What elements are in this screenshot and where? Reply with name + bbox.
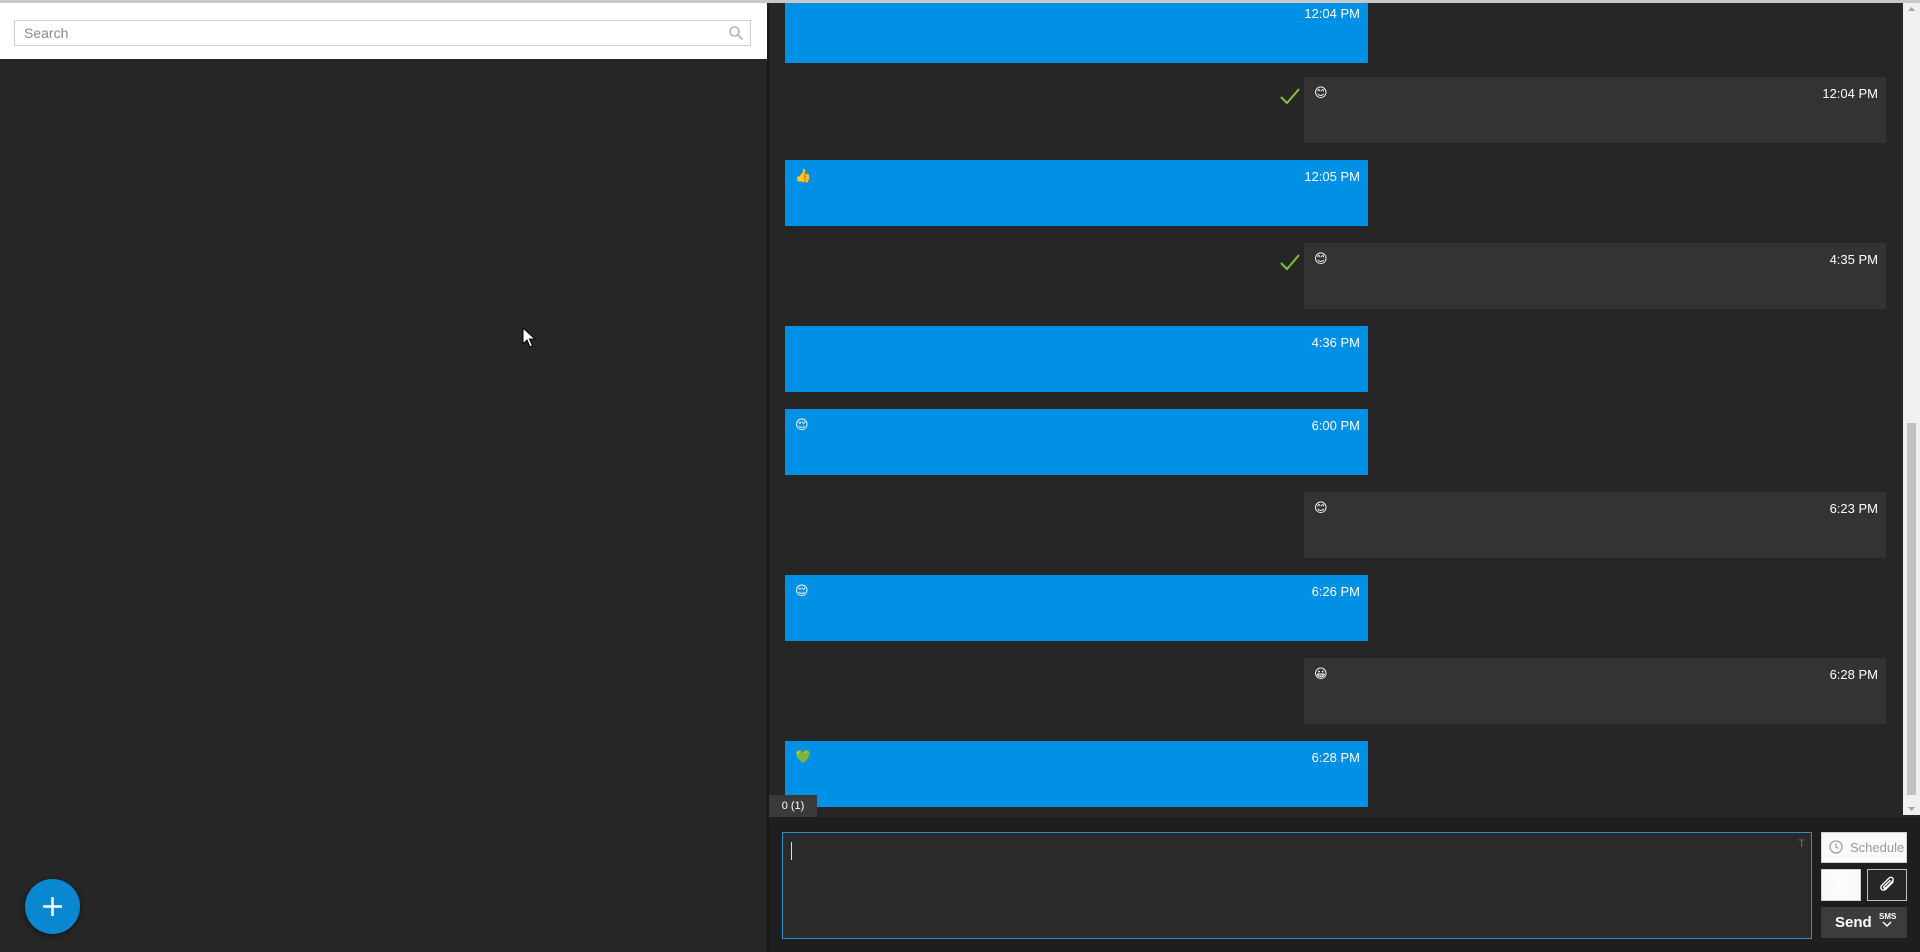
scroll-up-arrow-icon[interactable] — [1903, 3, 1920, 15]
message-bubble-outgoing[interactable]: 😌 6:00 PM — [785, 409, 1368, 475]
message-time: 12:05 PM — [1304, 169, 1360, 184]
attach-button[interactable] — [1867, 869, 1907, 901]
clock-icon — [1829, 840, 1843, 854]
mouse-cursor-icon — [522, 327, 536, 348]
emoji-picker-button[interactable]: 😞 — [1821, 869, 1861, 901]
scrollbar-thumb[interactable] — [1907, 423, 1916, 795]
message-emoji: 😌 — [795, 583, 809, 598]
paperclip-icon — [1880, 876, 1894, 891]
message-time: 4:36 PM — [1311, 335, 1360, 350]
message-time: 6:00 PM — [1311, 418, 1360, 433]
plus-icon — [43, 897, 62, 916]
message-time: 6:26 PM — [1311, 584, 1360, 599]
search-icon[interactable] — [728, 25, 744, 41]
text-format-icon[interactable]: T — [1798, 838, 1805, 850]
read-check-icon — [1280, 88, 1300, 105]
message-bubble-outgoing[interactable]: 😌 6:26 PM — [785, 575, 1368, 641]
search-field[interactable] — [14, 20, 751, 46]
schedule-button[interactable]: Schedule — [1821, 832, 1907, 863]
message-emoji: 😊 — [1314, 500, 1328, 515]
message-emoji: 💚 — [795, 749, 812, 764]
message-emoji: 👍 — [795, 168, 812, 183]
message-bubble-incoming[interactable]: 😀 6:28 PM — [1304, 658, 1886, 724]
message-emoji: 😌 — [795, 417, 809, 432]
message-thread[interactable]: 12:04 PM 😊 12:04 PM 👍 12:05 PM 😊 4:35 PM… — [769, 3, 1920, 815]
message-time: 12:04 PM — [1304, 6, 1360, 21]
message-bubble-outgoing[interactable]: 12:04 PM — [785, 3, 1368, 63]
send-button[interactable]: Send SMS — [1821, 907, 1907, 938]
new-conversation-button[interactable] — [25, 879, 80, 934]
emoji-face-icon: 😞 — [1833, 876, 1849, 893]
message-bubble-outgoing[interactable]: 💚 6:28 PM — [785, 741, 1368, 807]
message-time: 6:28 PM — [1311, 750, 1360, 765]
message-emoji: 😊 — [1314, 85, 1328, 100]
message-bubble-outgoing[interactable]: 4:36 PM — [785, 326, 1368, 392]
schedule-label: Schedule — [1850, 840, 1905, 855]
scroll-down-arrow-icon[interactable] — [1903, 803, 1920, 815]
message-time: 6:23 PM — [1829, 501, 1878, 516]
message-bubble-incoming[interactable]: 😊 4:35 PM — [1304, 243, 1886, 309]
message-bubble-incoming[interactable]: 😊 12:04 PM — [1304, 77, 1886, 143]
message-bubble-outgoing[interactable]: 👍 12:05 PM — [785, 160, 1368, 226]
message-emoji: 😊 — [1314, 251, 1328, 266]
search-input[interactable] — [15, 21, 724, 45]
message-time: 6:28 PM — [1829, 667, 1878, 682]
chevron-down-icon[interactable] — [1882, 921, 1892, 928]
message-time: 12:04 PM — [1822, 86, 1878, 101]
message-bubble-incoming[interactable]: 😊 6:23 PM — [1304, 492, 1886, 558]
send-label: Send — [1835, 914, 1872, 931]
search-bar — [0, 3, 767, 59]
character-counter: 0 (1) — [769, 795, 817, 817]
message-time: 4:35 PM — [1829, 252, 1878, 267]
text-caret — [791, 842, 792, 860]
thread-scrollbar[interactable] — [1903, 3, 1920, 815]
read-check-icon — [1280, 254, 1300, 271]
message-input[interactable]: T — [782, 832, 1812, 939]
sms-badge[interactable]: SMS — [1879, 912, 1896, 921]
conversation-list-panel — [0, 3, 767, 952]
compose-area: T Schedule 😞 Send SMS — [769, 817, 1920, 952]
message-emoji: 😀 — [1314, 666, 1328, 681]
